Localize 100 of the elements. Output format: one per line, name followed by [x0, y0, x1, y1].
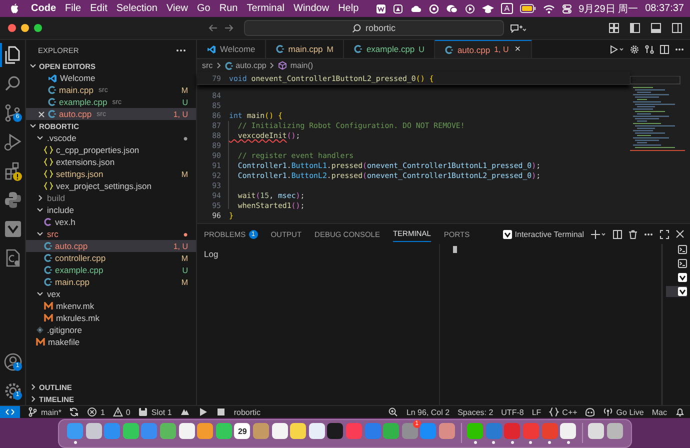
explorer-row[interactable]: mkenv.mk: [26, 300, 196, 312]
breadcrumb-item[interactable]: src: [202, 61, 213, 70]
terminal-icon[interactable]: [678, 245, 687, 254]
folder-row[interactable]: include: [26, 204, 196, 216]
status-item[interactable]: LF: [532, 408, 542, 416]
sync-icon[interactable]: [69, 407, 80, 417]
close-icon[interactable]: [676, 230, 684, 238]
breadcrumb-item[interactable]: auto.cpp: [224, 61, 266, 70]
branch-icon[interactable]: [2, 103, 22, 123]
editor-tab[interactable]: main.cpp M: [266, 40, 344, 58]
more-icon[interactable]: [176, 48, 186, 52]
settings-icon[interactable]: [630, 44, 639, 54]
app-menu[interactable]: Code: [31, 3, 56, 14]
trash-icon[interactable]: [629, 230, 637, 238]
editor-tab[interactable]: Welcome: [197, 40, 266, 58]
dock-app[interactable]: [560, 422, 576, 444]
python-icon[interactable]: [2, 190, 22, 210]
bell-icon[interactable]: [675, 407, 685, 417]
explorer-row[interactable]: c_cpp_properties.json: [26, 144, 196, 156]
menu-item[interactable]: Window: [294, 3, 330, 14]
explorer-row[interactable]: controller.cpp M: [26, 252, 196, 264]
close-icon[interactable]: [38, 110, 45, 118]
stop-icon[interactable]: [216, 407, 226, 417]
menu-item[interactable]: Go: [197, 3, 210, 14]
files-icon[interactable]: [2, 45, 22, 65]
window-close-button[interactable]: [8, 24, 16, 32]
maximize-icon[interactable]: [660, 230, 669, 238]
compare-icon[interactable]: [645, 44, 654, 54]
editor-tab[interactable]: auto.cpp 1, U ×: [435, 40, 532, 58]
split-icon[interactable]: [613, 230, 622, 238]
folder-row[interactable]: src ●: [26, 228, 196, 240]
terminal-selector[interactable]: Interactive Terminal: [502, 230, 584, 238]
window-zoom-button[interactable]: [34, 24, 42, 32]
play-circle-icon[interactable]: [465, 4, 476, 14]
status-item[interactable]: Go Live: [603, 407, 644, 417]
status-item[interactable]: Slot 1: [138, 407, 172, 417]
copilot-icon[interactable]: [585, 407, 596, 417]
v-square-icon[interactable]: [678, 273, 687, 282]
battery-icon[interactable]: [520, 4, 536, 13]
plus-icon[interactable]: [591, 230, 606, 238]
apple-icon[interactable]: [10, 3, 19, 14]
forward-arrow-icon[interactable]: [224, 24, 234, 32]
status-item[interactable]: Ln 96, Col 2: [406, 408, 450, 416]
zoom-icon[interactable]: [388, 407, 398, 417]
explorer-row[interactable]: main.cpp M: [26, 276, 196, 288]
explorer-row[interactable]: extensions.json: [26, 156, 196, 168]
chat-sparkle-icon[interactable]: [510, 23, 526, 33]
panel-toggle-icon[interactable]: [651, 23, 661, 33]
explorer-row[interactable]: vex.h: [26, 216, 196, 228]
menu-item[interactable]: Terminal: [246, 3, 284, 14]
square-letter-icon[interactable]: [376, 4, 386, 14]
more-icon[interactable]: [675, 48, 684, 50]
folder-row[interactable]: vex: [26, 288, 196, 300]
breadcrumb-item[interactable]: main(): [278, 61, 314, 70]
split-editor-icon[interactable]: [660, 44, 669, 54]
explorer-row[interactable]: mkrules.mk: [26, 312, 196, 324]
status-item[interactable]: Mac: [652, 408, 667, 416]
folder-row[interactable]: build: [26, 192, 196, 204]
control-center-icon[interactable]: [562, 4, 572, 14]
input-source[interactable]: A: [501, 3, 513, 14]
cap-icon[interactable]: [482, 4, 494, 14]
run-icon[interactable]: [610, 44, 624, 54]
chat-icon[interactable]: [446, 4, 458, 14]
explorer-row[interactable]: auto.cpp 1, U: [26, 240, 196, 252]
more-icon[interactable]: [644, 232, 653, 236]
explorer-row[interactable]: example.cpp U: [26, 264, 196, 276]
status-item[interactable]: robortic: [234, 408, 261, 416]
status-item[interactable]: 1: [87, 407, 105, 417]
status-item[interactable]: Spaces: 2: [458, 408, 494, 416]
status-item[interactable]: C++: [549, 407, 578, 417]
window-minimize-button[interactable]: [21, 24, 29, 32]
explorer-row[interactable]: vex_project_settings.json: [26, 180, 196, 192]
terminal-icon[interactable]: [678, 259, 687, 268]
menu-item[interactable]: Run: [219, 3, 238, 14]
explorer-row[interactable]: settings.json M: [26, 168, 196, 180]
menu-item[interactable]: File: [65, 3, 82, 14]
wifi-icon[interactable]: [542, 4, 555, 14]
explorer-row[interactable]: .gitignore: [26, 324, 196, 336]
menu-item[interactable]: Help: [338, 3, 359, 14]
v-square-icon[interactable]: [678, 287, 687, 296]
calendar-app[interactable]: 29: [234, 422, 250, 444]
status-item[interactable]: main*: [28, 407, 62, 417]
status-item[interactable]: 0: [112, 407, 130, 417]
settings-icon[interactable]: [2, 381, 22, 401]
back-arrow-icon[interactable]: [208, 24, 218, 32]
cloud-icon[interactable]: [410, 4, 422, 14]
close-button[interactable]: ×: [514, 44, 521, 55]
account-icon[interactable]: [2, 352, 22, 372]
menu-date[interactable]: 9月29日 周一: [578, 2, 638, 16]
menu-clock[interactable]: 08:37:37: [645, 3, 684, 14]
status-item[interactable]: UTF-8: [501, 408, 524, 416]
menu-item[interactable]: Selection: [116, 3, 158, 14]
sidebar-toggle-icon[interactable]: [630, 23, 640, 33]
layout-icon[interactable]: [609, 23, 619, 33]
square-icon[interactable]: [393, 4, 404, 14]
open-editor-item[interactable]: Welcome: [26, 72, 196, 84]
menu-item[interactable]: View: [166, 3, 188, 14]
folder-row[interactable]: .vscode ●: [26, 132, 196, 144]
play-bug-icon[interactable]: [2, 132, 22, 152]
remote-button[interactable]: [0, 406, 20, 418]
